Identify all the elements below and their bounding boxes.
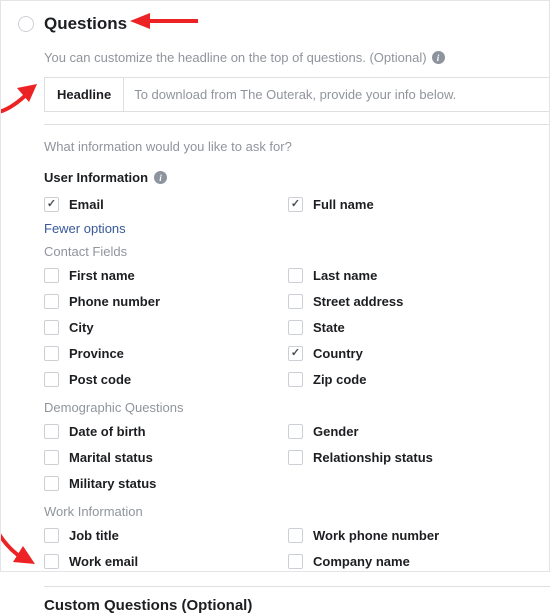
- checkbox-label: Full name: [313, 197, 374, 212]
- checkbox-label: Street address: [313, 294, 403, 309]
- ask-prompt: What information would you like to ask f…: [44, 139, 532, 154]
- checkbox-label: Zip code: [313, 372, 366, 387]
- checkbox-label: Work email: [69, 554, 138, 569]
- checkbox[interactable]: [44, 346, 59, 361]
- questions-radio[interactable]: [18, 16, 34, 32]
- checkbox[interactable]: [44, 372, 59, 387]
- checkbox-label: Job title: [69, 528, 119, 543]
- checkbox-label: Province: [69, 346, 124, 361]
- info-icon[interactable]: i: [432, 51, 445, 64]
- checkbox-label: Phone number: [69, 294, 160, 309]
- questions-title: Questions: [44, 14, 127, 34]
- checkbox-fullname[interactable]: [288, 197, 303, 212]
- divider: [44, 124, 550, 125]
- checkbox[interactable]: [288, 450, 303, 465]
- checkbox-label: Date of birth: [69, 424, 146, 439]
- custom-questions-title: Custom Questions (Optional): [44, 597, 532, 614]
- checkbox[interactable]: [288, 346, 303, 361]
- checkbox[interactable]: [44, 424, 59, 439]
- checkbox[interactable]: [288, 424, 303, 439]
- subtext-text: You can customize the headline on the to…: [44, 50, 427, 65]
- checkbox[interactable]: [288, 528, 303, 543]
- info-icon[interactable]: i: [154, 171, 167, 184]
- checkbox-label: First name: [69, 268, 135, 283]
- checkbox[interactable]: [288, 554, 303, 569]
- checkbox-label: City: [69, 320, 94, 335]
- checkbox[interactable]: [288, 268, 303, 283]
- fewer-options-link[interactable]: Fewer options: [44, 221, 532, 236]
- checkbox-label: Marital status: [69, 450, 153, 465]
- work-heading: Work Information: [44, 504, 532, 519]
- user-info-text: User Information: [44, 170, 148, 185]
- checkbox[interactable]: [44, 528, 59, 543]
- user-info-label: User Information i: [44, 170, 532, 185]
- checkbox-label: Email: [69, 197, 104, 212]
- checkbox-label: Country: [313, 346, 363, 361]
- checkbox[interactable]: [44, 320, 59, 335]
- checkbox-label: Relationship status: [313, 450, 433, 465]
- checkbox[interactable]: [44, 450, 59, 465]
- checkbox-label: Company name: [313, 554, 410, 569]
- checkbox[interactable]: [44, 554, 59, 569]
- headline-input[interactable]: [124, 78, 550, 111]
- checkbox[interactable]: [288, 294, 303, 309]
- checkbox[interactable]: [288, 372, 303, 387]
- checkbox[interactable]: [44, 268, 59, 283]
- checkbox-label: Gender: [313, 424, 359, 439]
- contact-fields-heading: Contact Fields: [44, 244, 532, 259]
- checkbox-label: Work phone number: [313, 528, 439, 543]
- checkbox-email[interactable]: [44, 197, 59, 212]
- demographic-heading: Demographic Questions: [44, 400, 532, 415]
- checkbox[interactable]: [44, 294, 59, 309]
- checkbox-label: Post code: [69, 372, 131, 387]
- divider: [44, 586, 550, 587]
- checkbox[interactable]: [288, 320, 303, 335]
- checkbox-label: Military status: [69, 476, 156, 491]
- checkbox-label: Last name: [313, 268, 377, 283]
- checkbox[interactable]: [44, 476, 59, 491]
- checkbox-label: State: [313, 320, 345, 335]
- headline-label: Headline: [45, 78, 124, 111]
- headline-subtext: You can customize the headline on the to…: [44, 50, 532, 65]
